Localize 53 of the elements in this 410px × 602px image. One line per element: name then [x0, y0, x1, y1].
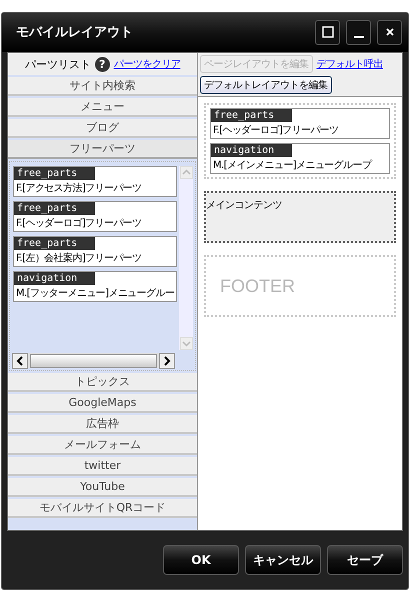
minimize-icon	[354, 36, 364, 38]
category-header[interactable]: モバイルサイトQRコード	[8, 499, 197, 518]
maximize-button[interactable]	[315, 20, 340, 44]
vertical-scrollbar[interactable]	[179, 166, 193, 350]
dialog-button[interactable]: キャンセル	[245, 545, 321, 575]
dialog-button[interactable]: セーブ	[327, 545, 403, 575]
part-type-label: free_parts	[211, 109, 292, 122]
category-header[interactable]: トピックス	[8, 373, 197, 392]
edit-default-layout-button[interactable]: デフォルトレイアウトを編集	[200, 76, 332, 94]
part-type-label: free_parts	[14, 167, 95, 180]
scroll-right-icon	[159, 352, 175, 368]
scroll-up-icon	[180, 166, 192, 179]
parts-list-title: パーツリスト	[24, 56, 91, 72]
part-card[interactable]: navigation M.[メインメニュー]メニューグループ	[210, 143, 390, 174]
window-title: モバイルレイアウト	[16, 24, 133, 41]
category-header[interactable]: YouTube	[8, 478, 197, 497]
part-name: M.[メインメニュー]メニューグループ	[212, 158, 373, 173]
part-type-label: free_parts	[14, 202, 95, 215]
close-icon	[386, 28, 394, 36]
clear-parts-link[interactable]: パーツをクリア	[114, 57, 180, 71]
part-card[interactable]: navigation M.[フッターメニュー]メニューグルー	[13, 271, 177, 302]
scroll-thumb[interactable]	[30, 354, 157, 368]
scroll-left-icon	[12, 352, 28, 368]
category-header[interactable]: ブログ	[8, 119, 197, 138]
minimize-button[interactable]	[346, 20, 371, 44]
maximize-icon	[322, 26, 334, 38]
category-header[interactable]: メールフォーム	[8, 436, 197, 455]
part-type-label: navigation	[14, 272, 95, 285]
part-card[interactable]: free_parts F.[左）会社案内]フリーパーツ	[13, 236, 177, 267]
category-header[interactable]: twitter	[8, 457, 197, 476]
category-header[interactable]: 広告枠	[8, 415, 197, 434]
scroll-down-icon	[180, 337, 192, 350]
part-name: M.[フッターメニュー]メニューグルー	[15, 287, 176, 301]
load-default-link[interactable]: デフォルト呼出	[316, 57, 383, 71]
zone-label: メインコンテンツ	[206, 200, 282, 211]
part-name: F.[左）会社案内]フリーパーツ	[15, 252, 143, 266]
part-name: F.[ヘッダーロゴ]フリーパーツ	[212, 124, 340, 138]
part-card[interactable]: free_parts F.[ヘッダーロゴ]フリーパーツ	[13, 201, 177, 232]
category-header[interactable]: メニュー	[8, 98, 197, 117]
help-icon[interactable]: ?	[94, 56, 110, 72]
close-button[interactable]	[377, 20, 402, 44]
part-type-label: navigation	[211, 144, 292, 157]
part-type-label: free_parts	[14, 237, 95, 250]
part-card[interactable]: free_parts F.[アクセス方法]フリーパーツ	[13, 166, 177, 197]
part-card[interactable]: free_parts F.[ヘッダーロゴ]フリーパーツ	[210, 108, 390, 139]
horizontal-scrollbar[interactable]	[12, 353, 175, 368]
category-header[interactable]: GoogleMaps	[8, 394, 197, 413]
category-header[interactable]: フリーパーツ	[8, 140, 197, 159]
dialog-button[interactable]: OK	[163, 545, 239, 575]
zone-label: FOOTER	[220, 276, 295, 296]
category-header[interactable]: サイト内検索	[8, 77, 197, 96]
part-name: F.[アクセス方法]フリーパーツ	[15, 182, 143, 196]
part-name: F.[ヘッダーロゴ]フリーパーツ	[15, 217, 143, 231]
